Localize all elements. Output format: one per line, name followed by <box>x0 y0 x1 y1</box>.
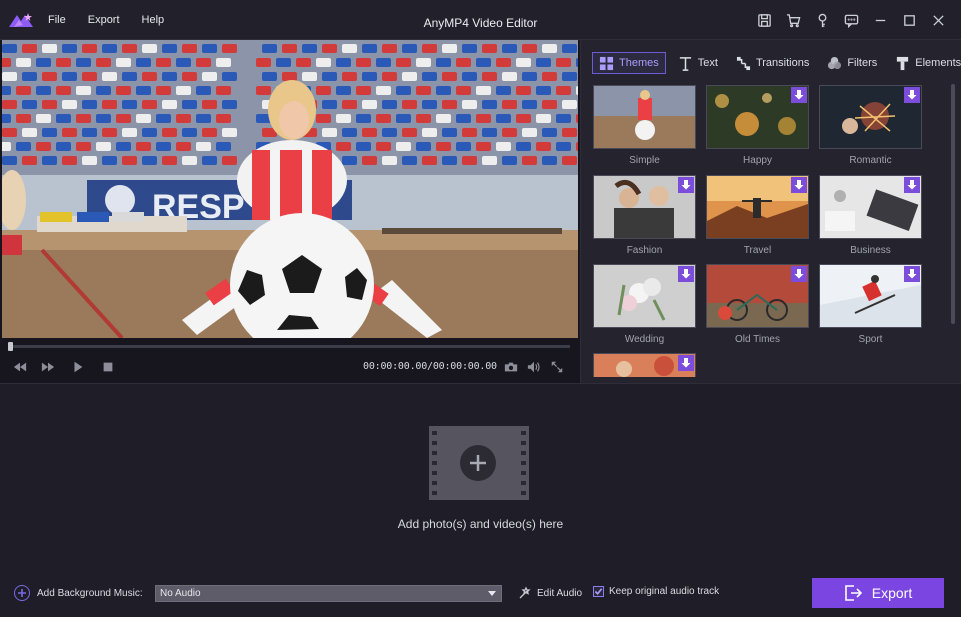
film-perforation <box>432 451 437 455</box>
seek-handle[interactable] <box>8 342 13 351</box>
menu-export[interactable]: Export <box>88 14 120 26</box>
theme-label: Business <box>850 245 891 256</box>
minimize-icon[interactable] <box>872 12 889 29</box>
play-icon[interactable] <box>70 359 86 375</box>
key-icon[interactable] <box>814 12 831 29</box>
tab-transitions[interactable]: Transitions <box>730 52 815 74</box>
magic-wand-icon <box>519 586 531 599</box>
download-icon[interactable] <box>678 177 694 193</box>
theme-travel[interactable]: Travel <box>706 175 809 256</box>
theme-business[interactable]: Business <box>819 175 922 256</box>
theme-sport[interactable]: Sport <box>819 264 922 345</box>
export-icon <box>844 585 862 601</box>
save-icon[interactable] <box>756 12 773 29</box>
theme-label: Wedding <box>624 334 665 345</box>
cart-icon[interactable] <box>785 12 802 29</box>
film-perforation <box>432 431 437 435</box>
chevron-down-icon <box>488 591 496 596</box>
theme-thumbnail <box>593 85 696 149</box>
seek-bar[interactable] <box>8 342 570 351</box>
edit-audio-button[interactable]: Edit Audio <box>518 586 582 600</box>
stop-icon[interactable] <box>100 359 116 375</box>
film-perforation <box>432 441 437 445</box>
theme-label: Fashion <box>626 245 663 256</box>
volume-icon[interactable] <box>526 359 542 375</box>
film-perforation <box>521 461 526 465</box>
keep-audio-option[interactable]: Keep original audio track <box>593 586 719 597</box>
menu-file[interactable]: File <box>48 14 66 26</box>
download-icon[interactable] <box>678 355 694 371</box>
theme-label: Old Times <box>734 334 780 345</box>
download-icon[interactable] <box>678 266 694 282</box>
film-perforation <box>432 491 437 495</box>
close-icon[interactable] <box>930 12 947 29</box>
audio-select[interactable]: No Audio <box>155 585 502 602</box>
theme-simple[interactable]: Simple <box>593 85 696 166</box>
film-perforation <box>521 451 526 455</box>
theme-old-times[interactable]: Old Times <box>706 264 809 345</box>
feedback-icon[interactable] <box>843 12 860 29</box>
fullscreen-icon[interactable] <box>549 359 565 375</box>
film-perforation <box>521 471 526 475</box>
tab-themes[interactable]: Themes <box>592 52 666 74</box>
export-button[interactable]: Export <box>812 578 944 608</box>
theme-label: Simple <box>629 155 660 166</box>
menu-help[interactable]: Help <box>142 14 165 26</box>
title-bar: File Export Help AnyMP4 Video Editor <box>0 0 961 40</box>
film-perforation <box>432 471 437 475</box>
bg-music-label: Add Background Music: <box>37 587 143 599</box>
theme-more[interactable] <box>593 353 696 377</box>
download-icon[interactable] <box>904 266 920 282</box>
elements-icon <box>895 56 910 71</box>
preview-panel: RESP 00:00:00.00/00:00:00.00 <box>0 40 580 383</box>
panel-scrollbar[interactable] <box>951 84 955 324</box>
tab-elements[interactable]: Elements <box>889 52 961 74</box>
theme-fashion[interactable]: Fashion <box>593 175 696 256</box>
film-perforation <box>432 481 437 485</box>
keep-audio-checkbox[interactable] <box>593 586 604 597</box>
rewind-icon[interactable] <box>12 359 28 375</box>
themes-icon <box>599 56 614 71</box>
add-media-icon[interactable] <box>460 445 496 481</box>
tab-text[interactable]: Text <box>672 52 724 74</box>
bottom-bar: Add Background Music: No Audio Edit Audi… <box>0 573 961 617</box>
timecode: 00:00:00.00/00:00:00.00 <box>363 361 497 372</box>
theme-wedding[interactable]: Wedding <box>593 264 696 345</box>
video-preview[interactable]: RESP <box>2 40 578 338</box>
add-music-icon[interactable] <box>14 585 30 601</box>
film-placeholder-icon[interactable] <box>429 426 529 500</box>
film-perforation <box>521 441 526 445</box>
theme-label: Sport <box>858 334 883 345</box>
tab-filters[interactable]: Filters <box>821 52 883 74</box>
audio-select-value: No Audio <box>160 588 201 599</box>
text-icon <box>678 56 693 71</box>
drop-label: Add photo(s) and video(s) here <box>397 517 564 531</box>
transitions-icon <box>736 56 751 71</box>
fast-forward-icon[interactable] <box>40 359 56 375</box>
effects-panel: Themes Text Transitions Filters Elements… <box>580 40 961 383</box>
app-logo-icon <box>8 11 34 29</box>
effects-tabs: Themes Text Transitions Filters Elements <box>592 52 961 74</box>
film-perforation <box>521 431 526 435</box>
theme-happy[interactable]: Happy <box>706 85 809 166</box>
download-icon[interactable] <box>904 87 920 103</box>
theme-label: Happy <box>743 155 772 166</box>
snapshot-icon[interactable] <box>503 359 519 375</box>
download-icon[interactable] <box>904 177 920 193</box>
theme-label: Romantic <box>849 155 892 166</box>
theme-label: Travel <box>743 245 772 256</box>
maximize-icon[interactable] <box>901 12 918 29</box>
film-perforation <box>521 491 526 495</box>
media-drop-area[interactable]: Add photo(s) and video(s) here <box>0 383 961 573</box>
download-icon[interactable] <box>791 87 807 103</box>
filters-icon <box>827 56 842 71</box>
theme-romantic[interactable]: Romantic <box>819 85 922 166</box>
download-icon[interactable] <box>791 266 807 282</box>
download-icon[interactable] <box>791 177 807 193</box>
film-perforation <box>521 481 526 485</box>
film-perforation <box>432 461 437 465</box>
